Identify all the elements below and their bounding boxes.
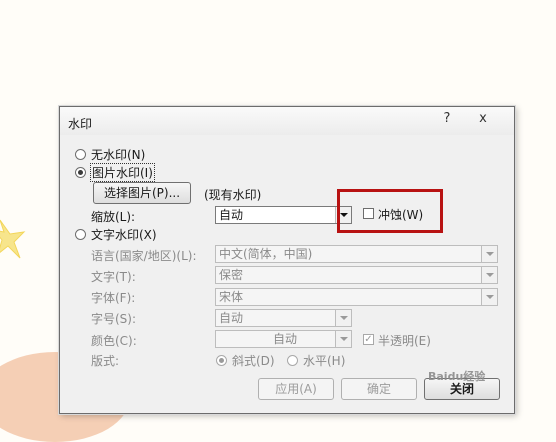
language-label: 语言(国家/地区)(L): (91, 249, 197, 263)
size-select[interactable]: 自动 (215, 309, 352, 327)
font-select[interactable]: 宋体 (215, 288, 498, 306)
chevron-down-icon[interactable] (335, 331, 351, 347)
site-watermark-suffix: 经验 (463, 370, 486, 383)
language-value: 中文(简体，中国) (219, 247, 313, 261)
horizontal-radio[interactable] (287, 355, 298, 366)
chevron-down-icon[interactable] (481, 267, 497, 283)
font-value: 宋体 (219, 290, 244, 304)
language-select[interactable]: 中文(简体，中国) (215, 245, 498, 263)
close-x-button[interactable]: x (474, 111, 492, 126)
site-watermark-brand: Baidu (428, 370, 464, 383)
chevron-down-icon[interactable] (335, 310, 351, 326)
no-watermark-label[interactable]: 无水印(N) (91, 146, 145, 163)
scale-label: 缩放(L): (91, 210, 136, 224)
ok-button[interactable]: 确定 (341, 378, 417, 400)
text-select[interactable]: 保密 (215, 266, 498, 284)
picture-watermark-radio[interactable] (75, 167, 86, 178)
semitransparent-checkbox[interactable]: ✓ (363, 334, 374, 345)
scale-select[interactable]: 自动 (215, 206, 352, 224)
chevron-down-icon[interactable] (481, 246, 497, 262)
select-picture-button[interactable]: 选择图片(P)... (93, 182, 191, 204)
color-select[interactable]: 自动 (215, 330, 352, 348)
font-label: 字体(F): (91, 291, 136, 305)
text-value: 保密 (219, 268, 244, 282)
diagonal-label[interactable]: 斜式(D) (232, 352, 275, 369)
annotation-highlight-box (337, 189, 443, 233)
picture-watermark-label[interactable]: 图片水印(I) (90, 163, 155, 182)
size-value: 自动 (219, 311, 244, 325)
star-decoration (0, 219, 26, 259)
no-watermark-radio[interactable] (75, 149, 86, 160)
color-value: 自动 (272, 332, 297, 346)
current-watermark-status: (现有水印) (204, 188, 262, 202)
dialog-title: 水印 (68, 117, 93, 131)
chevron-down-icon[interactable] (481, 289, 497, 305)
layout-label: 版式: (91, 354, 120, 368)
size-label: 字号(S): (91, 312, 137, 326)
semitransparent-label[interactable]: 半透明(E) (378, 332, 431, 349)
text-watermark-radio[interactable] (75, 229, 86, 240)
scale-value: 自动 (219, 208, 244, 222)
dialog-titlebar: 水印 ? x (60, 107, 514, 135)
text-label: 文字(T): (91, 270, 136, 284)
color-label: 颜色(C): (91, 334, 137, 348)
text-watermark-label[interactable]: 文字水印(X) (91, 226, 157, 243)
apply-button[interactable]: 应用(A) (258, 378, 334, 400)
diagonal-radio[interactable] (216, 355, 227, 366)
site-watermark: Baidu经验 (428, 368, 485, 384)
help-button[interactable]: ? (438, 111, 456, 126)
horizontal-label[interactable]: 水平(H) (303, 352, 345, 369)
